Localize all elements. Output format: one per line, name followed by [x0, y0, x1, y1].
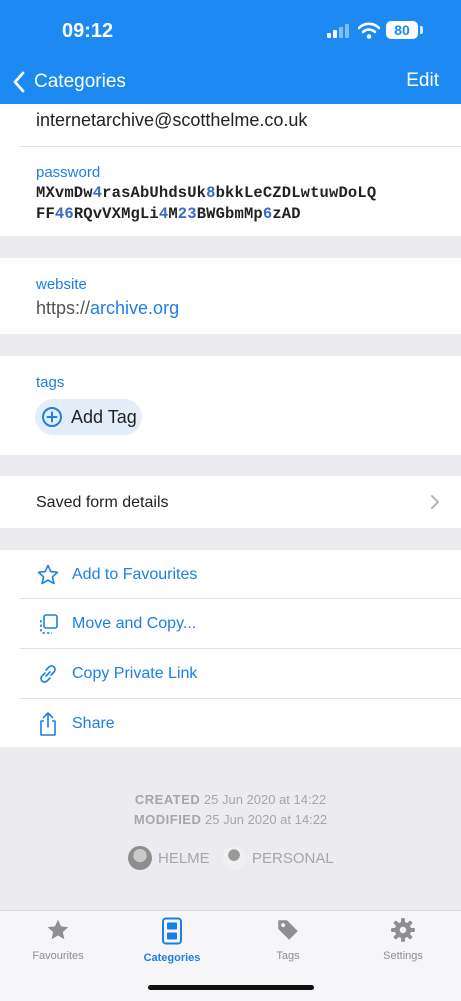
star-icon [47, 919, 69, 940]
divider [20, 146, 461, 147]
vault-name: HELME [158, 849, 210, 867]
edit-button[interactable]: Edit [406, 70, 439, 92]
password-value[interactable]: MXvmDw4rasAbUhdsUk8bkkLeCZDLwtuwDoLQ FF4… [36, 183, 461, 225]
website-value[interactable]: https://archive.org [36, 298, 461, 319]
share-button[interactable]: Share [0, 699, 461, 748]
password-line-1: MXvmDw4rasAbUhdsUk8bkkLeCZDLwtuwDoLQ [36, 184, 377, 202]
password-label: password [36, 164, 101, 181]
home-indicator [148, 985, 314, 990]
tab-label: Categories [143, 952, 201, 964]
action-label: Add to Favourites [72, 565, 198, 583]
credentials-section: internetarchive@scotthelme.co.uk passwor… [0, 104, 461, 236]
website-host[interactable]: archive.org [90, 298, 179, 318]
tab-label: Settings [383, 950, 423, 962]
password-line-2: FF46RQvVXMgLi4M23BWGbmMp6zAD [36, 205, 301, 223]
tab-settings[interactable]: Settings [353, 917, 453, 962]
wifi-icon [358, 22, 380, 39]
tab-favourites[interactable]: Favourites [8, 917, 108, 962]
add-to-favourites-button[interactable]: Add to Favourites [0, 550, 461, 599]
website-section: website https://archive.org [0, 258, 461, 334]
battery-tip [420, 26, 423, 34]
tab-label: Favourites [32, 950, 84, 962]
website-label: website [36, 276, 87, 293]
vault-avatar [222, 846, 246, 870]
chevron-left-icon [13, 71, 25, 93]
created-value: 25 Jun 2020 at 14:22 [203, 792, 327, 807]
action-label: Share [72, 714, 115, 732]
move-and-copy-button[interactable]: Move and Copy... [0, 599, 461, 648]
gear-icon [391, 918, 415, 942]
tag-icon [278, 920, 298, 940]
vault-name: PERSONAL [252, 849, 334, 867]
vault-badge[interactable]: HELME [128, 846, 210, 870]
tab-tags[interactable]: Tags [238, 917, 338, 962]
copy-private-link-button[interactable]: Copy Private Link [0, 649, 461, 698]
categories-icon [162, 917, 182, 945]
add-tag-button[interactable]: Add Tag [35, 399, 142, 435]
saved-form-label: Saved form details [36, 494, 169, 511]
saved-form-details-row[interactable]: Saved form details [0, 476, 461, 528]
plus-circle-icon [42, 407, 62, 427]
battery-indicator: 80 [386, 21, 418, 39]
created-meta: CREATED 25 Jun 2020 at 14:22 [0, 792, 461, 807]
website-scheme: https:// [36, 298, 91, 318]
tags-label: tags [36, 374, 65, 391]
modified-label: MODIFIED [133, 812, 202, 827]
username-value[interactable]: internetarchive@scotthelme.co.uk [36, 110, 461, 131]
tab-categories[interactable]: Categories [122, 917, 222, 964]
action-label: Copy Private Link [72, 664, 198, 682]
back-label: Categories [34, 71, 126, 92]
created-label: CREATED [134, 792, 201, 807]
move-copy-icon [40, 613, 58, 634]
modified-value: 25 Jun 2020 at 14:22 [205, 812, 328, 827]
share-icon [40, 711, 56, 736]
vault-badge[interactable]: PERSONAL [222, 846, 334, 870]
modified-meta: MODIFIED 25 Jun 2020 at 14:22 [0, 812, 461, 827]
status-time: 09:12 [62, 20, 114, 42]
cellular-signal-icon [327, 24, 349, 38]
back-button[interactable]: Categories [12, 68, 126, 96]
star-icon [37, 564, 59, 584]
vault-avatar [128, 846, 152, 870]
nav-header: 09:12 80 Categories Edit [0, 0, 461, 104]
link-icon [40, 664, 56, 683]
add-tag-label: Add Tag [71, 406, 137, 427]
vault-badges: HELME PERSONAL [0, 846, 461, 872]
action-label: Move and Copy... [72, 614, 197, 632]
tab-label: Tags [276, 950, 300, 962]
chevron-right-icon [431, 495, 439, 509]
